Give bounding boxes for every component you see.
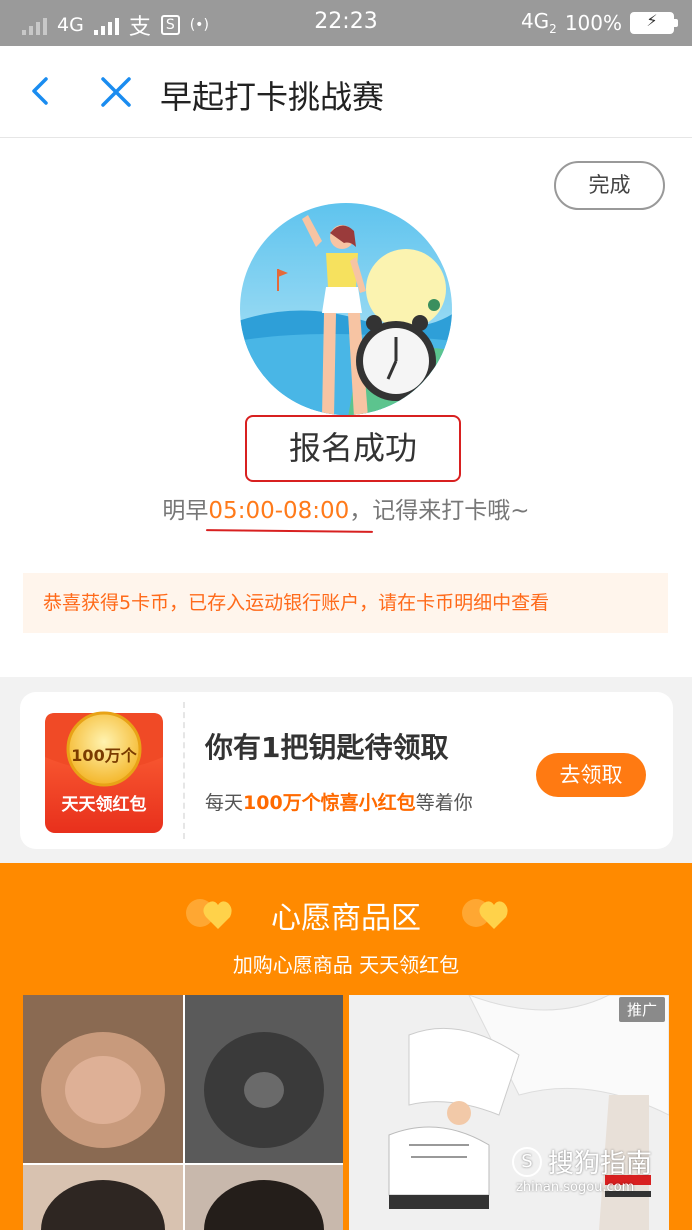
red-packet-subtitle: 每天100万个惊喜小红包等着你 (205, 792, 473, 814)
chevron-left-icon[interactable] (26, 76, 56, 106)
page-title: 早起打卡挑战赛 (160, 78, 385, 116)
status-right: 4G2 100% ⚡ (520, 9, 678, 36)
status-bar: 4G 支 S (•) 22:23 4G2 100% ⚡ (0, 0, 692, 46)
packet-label: 天天领红包 (61, 795, 147, 815)
coin-reward-notice: 恭喜获得5卡币，已存入运动银行账户，请在卡币明细中查看 (23, 573, 668, 633)
title-bar: 早起打卡挑战赛 (0, 46, 692, 138)
red-packet-icon (45, 711, 163, 833)
watermark-brand: 搜狗指南 (548, 1149, 653, 1179)
signup-result-section: 完成 报名成功 明早05:00-08:00，记得来打卡哦~ 恭喜获得5卡币，已存… (0, 139, 692, 677)
sogou-logo-icon: S (512, 1146, 542, 1177)
wish-section-title: 心愿商品区 (271, 901, 421, 936)
time-range: 05:00-08:00 (208, 498, 350, 524)
morning-stretch-illustration (240, 203, 452, 415)
battery-percent: 100% (564, 10, 622, 35)
done-button[interactable]: 完成 (554, 161, 665, 210)
network-type-2: 4G2 (520, 9, 557, 36)
red-packet-card[interactable]: 100万个 天天领红包 你有1把钥匙待领取 每天100万个惊喜小红包等着你 去领… (20, 692, 673, 849)
ad-badge: 推广 (618, 997, 665, 1022)
close-icon[interactable] (98, 74, 134, 110)
sogou-watermark: S 搜狗指南 zhinan.sogou.com (512, 1143, 682, 1195)
wish-section-subtitle: 加购心愿商品 天天领红包 (232, 953, 460, 977)
product-card-hair[interactable] (23, 995, 343, 1230)
claim-button[interactable]: 去领取 (536, 753, 646, 797)
heart-icon-right (462, 899, 508, 929)
card-divider (183, 702, 185, 839)
battery-icon: ⚡ (630, 11, 678, 34)
hair-product-image (23, 995, 343, 1230)
watermark-url: zhinan.sogou.com (516, 1180, 635, 1195)
red-packet-title: 你有1把钥匙待领取 (205, 731, 449, 764)
packet-coin-text: 100万个 (71, 746, 137, 765)
signup-success-label: 报名成功 (245, 415, 461, 482)
time-prefix: 明早 (162, 498, 209, 524)
checkin-time-reminder: 明早05:00-08:00，记得来打卡哦~ (0, 491, 692, 525)
time-suffix: ，记得来打卡哦~ (349, 498, 530, 524)
